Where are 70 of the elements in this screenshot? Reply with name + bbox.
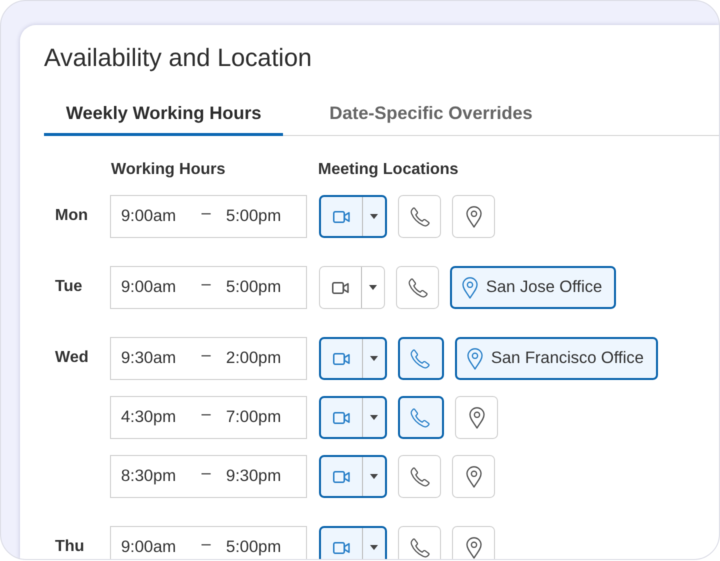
time-range-field[interactable]: 8:30pm – 9:30pm [110,455,307,498]
page-title: Availability and Location [44,43,313,74]
dash: – [200,345,212,366]
caret-icon [370,474,378,479]
map-pin-icon [462,276,478,298]
map-pin-icon [466,536,482,558]
dash: – [200,203,212,224]
map-pin-icon [466,466,482,488]
dash: – [200,534,212,556]
location-button[interactable] [452,195,495,238]
video-split-button[interactable] [319,396,387,439]
video-camera-icon [333,470,350,482]
start-time: 9:30am [121,348,176,370]
time-range-field[interactable]: 4:30pm – 7:00pm [110,396,307,439]
phone-button[interactable] [398,337,444,380]
day-label: Thu [54,537,86,557]
video-split-button[interactable] [319,455,387,498]
start-time: 9:00am [121,277,176,298]
start-time: 8:30pm [121,466,176,488]
map-pin-icon [468,406,484,428]
caret-icon [370,356,378,361]
video-split-button[interactable] [319,195,387,238]
location-button[interactable] [452,455,495,498]
end-time: 7:00pm [226,407,282,428]
map-pin-icon [466,206,482,228]
caret-icon [370,545,378,550]
phone-icon [410,408,430,428]
video-camera-icon [333,542,350,554]
start-time: 9:00am [121,206,176,228]
dash: – [200,404,212,426]
phone-icon [410,206,430,226]
column-heading: Meeting Locations [318,160,458,180]
end-time: 9:30pm [226,466,282,488]
video-camera-icon [333,352,350,364]
end-time: 5:00pm [226,277,282,298]
video-camera-icon [333,412,350,424]
day-label: Tue [54,277,84,297]
video-split-button[interactable] [319,526,387,559]
time-range-field[interactable]: 9:00am – 5:00pm [110,526,307,559]
end-time: 2:00pm [226,348,282,370]
caret-icon [369,285,377,290]
tab[interactable]: Date-Specific Overrides [307,96,554,136]
caret-icon [370,214,378,219]
day-label: Mon [54,206,89,226]
end-time: 5:00pm [226,206,282,228]
location-button[interactable] [455,396,498,439]
start-time: 9:00am [121,537,176,558]
phone-button[interactable] [398,396,444,439]
location-button[interactable]: San Francisco Office [455,337,658,380]
phone-icon [410,348,430,368]
time-range-field[interactable]: 9:00am – 5:00pm [110,195,307,238]
location-button[interactable]: San Jose Office [450,266,616,309]
dash: – [200,274,212,296]
time-range-field[interactable]: 9:30am – 2:00pm [110,337,307,380]
video-camera-icon [332,282,349,294]
video-split-button[interactable] [319,337,387,380]
time-range-field[interactable]: 9:00am – 5:00pm [110,266,307,309]
dash: – [200,463,212,484]
caret-icon [370,415,378,420]
tab[interactable]: Weekly Working Hours [44,96,284,136]
end-time: 5:00pm [226,537,282,558]
phone-icon [408,278,428,298]
day-label: Wed [54,348,90,368]
map-pin-icon [467,348,483,370]
start-time: 4:30pm [121,407,176,428]
column-heading: Working Hours [111,160,226,180]
phone-icon [410,538,430,558]
video-camera-icon [333,210,350,222]
location-button[interactable] [452,526,495,559]
phone-icon [410,466,430,486]
